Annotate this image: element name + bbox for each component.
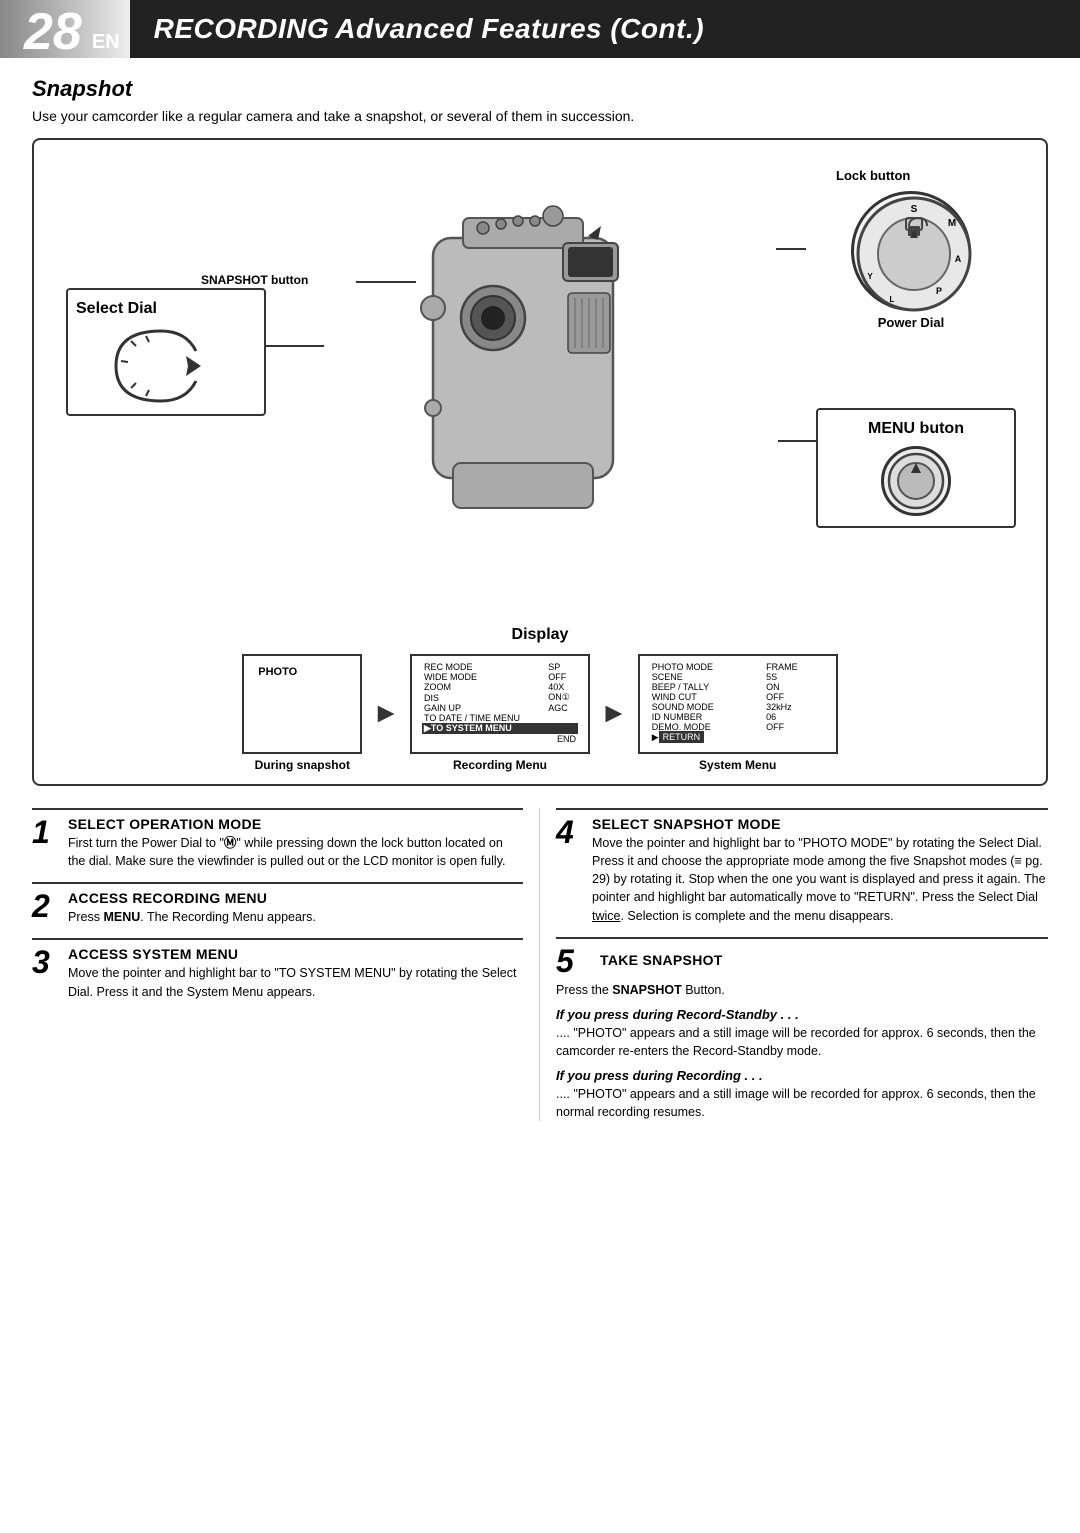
svg-text:Y: Y [867, 272, 873, 281]
step-2-title: ACCESS RECORDING MENU [68, 890, 316, 906]
step-5: 5 TAKE SNAPSHOT Press the SNAPSHOT Butto… [556, 937, 1048, 1122]
step-4: 4 SELECT SNAPSHOT MODE Move the pointer … [556, 808, 1048, 925]
page-number: 28 [0, 0, 90, 58]
step-5-body: Press the SNAPSHOT Button. [556, 981, 1048, 999]
title-recording: RECORDING [154, 13, 330, 45]
step-5-number: 5 [556, 945, 584, 977]
screen-caption-2: Recording Menu [410, 758, 590, 772]
page-header: 28 EN RECORDING Advanced Features (Cont.… [0, 0, 1080, 58]
arrow-icon-1: ► [372, 697, 400, 729]
step-5-title: TAKE SNAPSHOT [600, 952, 723, 968]
svg-text:M: M [948, 218, 956, 229]
step-2: 2 ACCESS RECORDING MENU Press MENU. The … [32, 882, 523, 926]
step-3-number: 3 [32, 946, 60, 978]
step-5-note-2-title: If you press during Recording . . . [556, 1068, 1048, 1083]
recording-menu-screen: REC MODESP WIDE MODEOFF ZOOM40X DISON① G… [410, 654, 590, 772]
step-3-content: ACCESS SYSTEM MENU Move the pointer and … [68, 946, 523, 1000]
select-dial-graphic [76, 326, 256, 406]
step-1-number: 1 [32, 816, 60, 848]
steps-right-column: 4 SELECT SNAPSHOT MODE Move the pointer … [540, 808, 1048, 1121]
display-label: Display [46, 626, 1034, 644]
step-2-number: 2 [32, 890, 60, 922]
power-dial-circle: S M A P L Y [851, 191, 971, 311]
step-5-note-1-body: .... "PHOTO" appears and a still image w… [556, 1024, 1048, 1060]
menu-button-box: MENU buton [816, 408, 1016, 528]
step-1: 1 SELECT OPERATION MODE First turn the P… [32, 808, 523, 870]
camcorder-illustration [353, 178, 693, 548]
menu-button-title: MENU buton [828, 420, 1004, 438]
step-3-body: Move the pointer and highlight bar to "T… [68, 964, 523, 1000]
page-content: Snapshot Use your camcorder like a regul… [0, 58, 1080, 1145]
svg-text:L: L [890, 295, 895, 304]
power-dial-label: Power Dial [806, 315, 1016, 330]
svg-text:S: S [911, 204, 918, 215]
step-2-content: ACCESS RECORDING MENU Press MENU. The Re… [68, 890, 316, 926]
snapshot-button-label: SNAPSHOT button [201, 273, 308, 287]
svg-text:P: P [936, 286, 942, 296]
step-4-number: 4 [556, 816, 584, 848]
diagram-box: SNAPSHOT button Select Dial [32, 138, 1048, 786]
step-4-body: Move the pointer and highlight bar to "P… [592, 834, 1048, 925]
screen-caption-3: System Menu [638, 758, 838, 772]
step-5-note-2-body: .... "PHOTO" appears and a still image w… [556, 1085, 1048, 1121]
steps-left-column: 1 SELECT OPERATION MODE First turn the P… [32, 808, 540, 1121]
select-dial-title: Select Dial [76, 300, 256, 318]
svg-text:A: A [955, 254, 962, 264]
page-number-en: EN [90, 0, 130, 58]
page-title: RECORDING Advanced Features (Cont.) [130, 0, 1080, 58]
step-4-content: SELECT SNAPSHOT MODE Move the pointer an… [592, 816, 1048, 925]
step-1-content: SELECT OPERATION MODE First turn the Pow… [68, 816, 523, 870]
step-3-title: ACCESS SYSTEM MENU [68, 946, 523, 962]
menu-screens-row: PHOTO During snapshot ► REC MODESP WIDE … [46, 654, 1034, 772]
select-dial-box: Select Dial [66, 288, 266, 416]
title-rest: Advanced Features (Cont.) [335, 13, 704, 45]
step-5-note-1-title: If you press during Record-Standby . . . [556, 1007, 1048, 1022]
step-2-body: Press MENU. The Recording Menu appears. [68, 908, 316, 926]
camcorder-area: SNAPSHOT button Select Dial [46, 158, 1034, 618]
arrow-icon-2: ► [600, 697, 628, 729]
section-description: Use your camcorder like a regular camera… [32, 108, 1048, 124]
step-1-body: First turn the Power Dial to "Ⓜ" while p… [68, 834, 523, 870]
step-4-title: SELECT SNAPSHOT MODE [592, 816, 1048, 832]
section-title: Snapshot [32, 76, 1048, 102]
screen-caption-1: During snapshot [242, 758, 362, 772]
lock-button-label: Lock button [836, 168, 1016, 183]
during-snapshot-screen: PHOTO During snapshot [242, 654, 362, 772]
menu-button-circle [881, 446, 951, 516]
power-dial-box: Lock button S M A P L Y [806, 168, 1016, 330]
step-1-title: SELECT OPERATION MODE [68, 816, 523, 832]
steps-grid: 1 SELECT OPERATION MODE First turn the P… [32, 808, 1048, 1121]
system-menu-screen: PHOTO MODEFRAME SCENE5S BEEP / TALLYON W… [638, 654, 838, 772]
step-3: 3 ACCESS SYSTEM MENU Move the pointer an… [32, 938, 523, 1000]
